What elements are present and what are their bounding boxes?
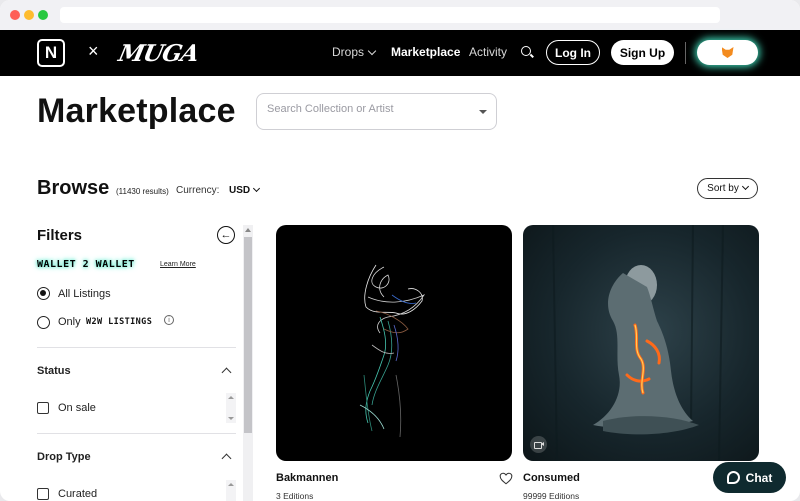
chevron-up-icon[interactable] xyxy=(221,453,232,464)
chevron-up-icon[interactable] xyxy=(221,367,232,378)
minimize-window-dot[interactable] xyxy=(24,10,34,20)
chat-bubble-icon xyxy=(726,471,740,484)
login-button[interactable]: Log In xyxy=(546,40,600,65)
curated-label[interactable]: Curated xyxy=(58,488,97,500)
currency-value: USD xyxy=(229,185,251,196)
consumed-artwork xyxy=(552,225,724,461)
nav-marketplace[interactable]: Marketplace xyxy=(391,45,460,59)
top-nav: N × MUGA Drops Marketplace Activity Log … xyxy=(0,30,800,76)
card-editions: 3 Editions xyxy=(276,491,314,501)
nft-card-image[interactable] xyxy=(523,225,759,461)
address-bar[interactable] xyxy=(60,7,720,23)
bakmannen-artwork xyxy=(359,264,426,438)
collection-search-input[interactable] xyxy=(267,103,467,115)
chevron-down-icon xyxy=(253,184,261,193)
scroll-up-icon[interactable] xyxy=(228,483,234,486)
card-editions: 99999 Editions xyxy=(523,491,580,501)
chevron-down-icon xyxy=(741,182,749,191)
wallet2wallet-badge: WALLET 2 WALLET xyxy=(37,259,135,270)
page-title: Marketplace xyxy=(37,92,236,130)
status-section-heading[interactable]: Status xyxy=(37,365,71,377)
on-sale-label[interactable]: On sale xyxy=(58,402,96,414)
signup-button[interactable]: Sign Up xyxy=(611,40,674,65)
collection-search[interactable] xyxy=(256,93,497,130)
sidebar-scrollbar[interactable] xyxy=(243,225,253,501)
results-count: (11430 results) xyxy=(116,187,169,196)
scrollbar-thumb[interactable] xyxy=(244,237,252,433)
card-title[interactable]: Bakmannen xyxy=(276,472,338,484)
logo-n-icon[interactable]: N xyxy=(37,39,65,67)
video-icon xyxy=(530,436,547,453)
browse-heading: Browse xyxy=(37,177,110,199)
chat-button[interactable]: Chat xyxy=(713,462,786,493)
browser-chrome xyxy=(0,0,800,30)
caret-down-icon[interactable] xyxy=(479,110,487,114)
times-separator: × xyxy=(88,41,99,61)
chat-label: Chat xyxy=(745,470,773,485)
chevron-down-icon xyxy=(367,46,377,56)
status-scrollbar[interactable] xyxy=(226,393,236,423)
currency-dropdown[interactable]: USD xyxy=(229,184,261,196)
scroll-down-icon[interactable] xyxy=(228,417,234,420)
drop-type-section-heading[interactable]: Drop Type xyxy=(37,451,91,463)
filters-heading: Filters xyxy=(37,227,83,244)
nav-divider xyxy=(685,42,686,64)
card-title[interactable]: Consumed xyxy=(523,472,580,484)
nav-activity[interactable]: Activity xyxy=(469,45,507,59)
muga-brand-logo[interactable]: MUGA xyxy=(116,40,201,67)
browser-window: N × MUGA Drops Marketplace Activity Log … xyxy=(0,0,800,501)
heart-icon[interactable] xyxy=(499,472,513,485)
sort-by-button[interactable]: Sort by xyxy=(697,178,758,199)
all-listings-radio[interactable] xyxy=(37,287,50,300)
curated-checkbox[interactable] xyxy=(37,488,49,500)
currency-label: Currency: xyxy=(176,185,220,196)
w2w-only-radio[interactable] xyxy=(37,316,50,329)
connect-wallet-button[interactable] xyxy=(697,40,758,65)
only-label[interactable]: Only xyxy=(58,316,81,328)
w2w-listings-label[interactable]: W2W LISTINGS xyxy=(86,317,152,327)
metamask-fox-icon xyxy=(721,47,734,58)
scroll-up-icon[interactable] xyxy=(228,396,234,399)
all-listings-label[interactable]: All Listings xyxy=(58,288,111,300)
nft-card-image[interactable] xyxy=(276,225,512,461)
sort-by-label: Sort by xyxy=(707,183,739,194)
nav-drops[interactable]: Drops xyxy=(332,45,377,59)
divider xyxy=(37,347,236,348)
drop-type-scrollbar[interactable] xyxy=(226,480,236,501)
nav-drops-label: Drops xyxy=(332,45,365,59)
maximize-window-dot[interactable] xyxy=(38,10,48,20)
search-icon[interactable] xyxy=(521,46,531,56)
learn-more-link[interactable]: Learn More xyxy=(160,261,196,268)
scroll-up-icon[interactable] xyxy=(245,228,251,232)
collapse-filters-icon[interactable]: ← xyxy=(217,226,235,244)
close-window-dot[interactable] xyxy=(10,10,20,20)
info-icon[interactable]: i xyxy=(164,315,174,325)
divider xyxy=(37,433,236,434)
on-sale-checkbox[interactable] xyxy=(37,402,49,414)
